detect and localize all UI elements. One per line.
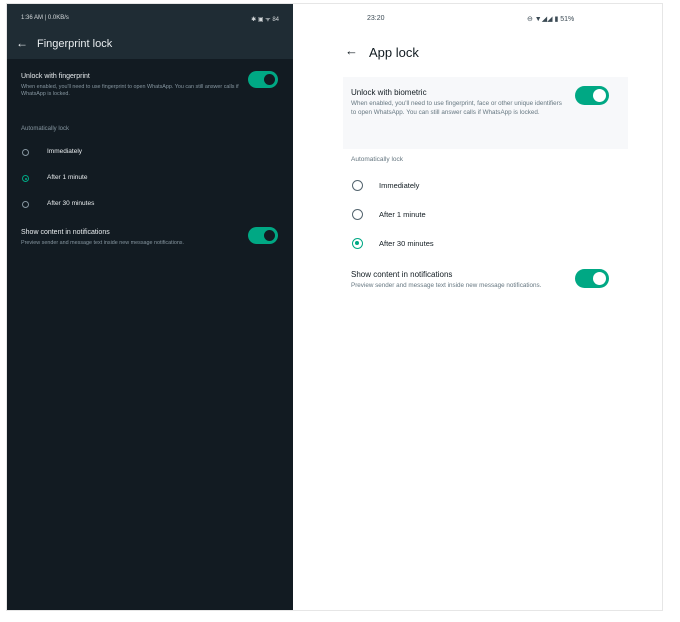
radio-button[interactable] xyxy=(22,149,29,156)
radio-after-1-minute[interactable]: After 1 minute xyxy=(351,208,571,224)
arrow-left-icon[interactable]: ← xyxy=(345,43,358,58)
radio-label: After 1 minute xyxy=(379,210,426,219)
radio-button[interactable] xyxy=(352,180,363,191)
radio-label: After 30 minutes xyxy=(47,200,95,207)
radio-label: After 30 minutes xyxy=(379,239,434,248)
notifications-title: Show content in notifications xyxy=(21,229,110,236)
radio-label: Immediately xyxy=(47,148,83,155)
unlock-subtitle: When enabled, you'll need to use fingerp… xyxy=(21,84,239,97)
radio-button-selected[interactable] xyxy=(352,238,363,249)
radio-after-30-minutes[interactable]: After 30 minutes xyxy=(351,237,571,253)
radio-immediately[interactable]: Immediately xyxy=(21,147,221,161)
page-title: Fingerprint lock xyxy=(37,38,113,50)
notifications-title: Show content in notifications xyxy=(351,270,453,279)
toggle-knob xyxy=(264,230,275,241)
section-label: Automatically lock xyxy=(21,126,70,132)
unlock-title: Unlock with biometric xyxy=(351,88,427,97)
radio-button[interactable] xyxy=(22,201,29,208)
radio-after-30-minutes[interactable]: After 30 minutes xyxy=(21,199,221,213)
unlock-subtitle: When enabled, you'll need to use fingerp… xyxy=(351,100,562,116)
status-icons: ⊖ ▼◢◢ ▮ 51% xyxy=(527,16,575,23)
radio-label: After 1 minute xyxy=(47,174,88,181)
toggle-knob xyxy=(593,89,606,102)
notifications-subtitle: Preview sender and message text inside n… xyxy=(21,240,185,246)
status-time: 23:20 xyxy=(367,15,385,22)
toggle-knob xyxy=(593,272,606,285)
notifications-subtitle: Preview sender and message text inside n… xyxy=(351,282,542,289)
status-bar: 1:36 AM | 0.0KB/s ✱ ▣ ᯤ 84 xyxy=(7,4,293,31)
screenshot-frame: 1:36 AM | 0.0KB/s ✱ ▣ ᯤ 84 ← Fingerprint… xyxy=(6,3,663,611)
toggle-knob xyxy=(264,74,275,85)
notifications-toggle[interactable] xyxy=(575,269,609,288)
status-bar: 23:20 ⊖ ▼◢◢ ▮ 51% xyxy=(293,4,662,31)
notifications-toggle[interactable] xyxy=(248,227,278,244)
unlock-title: Unlock with fingerprint xyxy=(21,73,90,80)
section-label: Automatically lock xyxy=(351,156,404,163)
radio-button-selected[interactable] xyxy=(22,175,29,182)
radio-after-1-minute[interactable]: After 1 minute xyxy=(21,173,221,187)
status-time: 1:36 AM | 0.0KB/s xyxy=(21,15,69,21)
radio-label: Immediately xyxy=(379,181,420,190)
light-phone-screen: 23:20 ⊖ ▼◢◢ ▮ 51% ← App lock Unlock with… xyxy=(293,4,662,610)
unlock-toggle[interactable] xyxy=(575,86,609,105)
page-title: App lock xyxy=(369,45,419,60)
status-icons: ✱ ▣ ᯤ 84 xyxy=(251,17,279,23)
dark-phone-screen: 1:36 AM | 0.0KB/s ✱ ▣ ᯤ 84 ← Fingerprint… xyxy=(7,4,293,610)
arrow-left-icon[interactable]: ← xyxy=(16,36,28,50)
unlock-toggle[interactable] xyxy=(248,71,278,88)
radio-immediately[interactable]: Immediately xyxy=(351,179,571,195)
radio-button[interactable] xyxy=(352,209,363,220)
app-bar: ← Fingerprint lock xyxy=(7,31,293,59)
